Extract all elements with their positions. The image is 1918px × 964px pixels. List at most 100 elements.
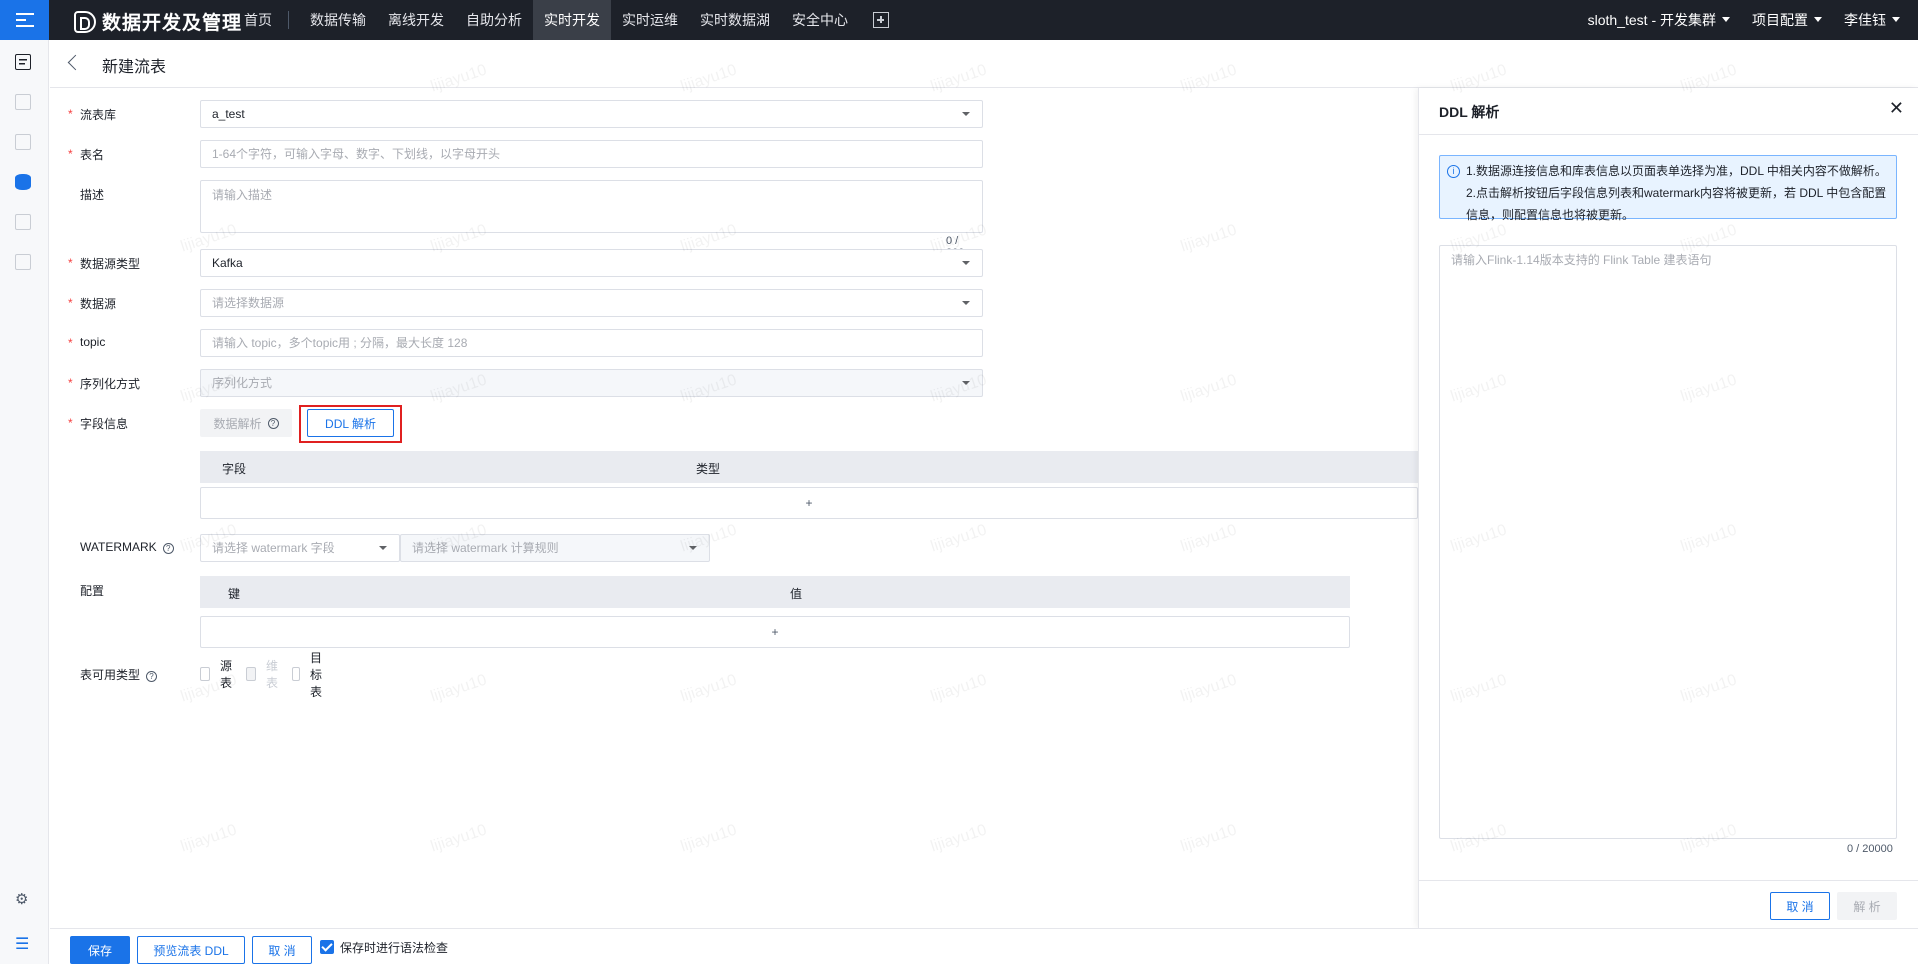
data-parse-button[interactable]: 数据解析? <box>200 409 292 437</box>
settings-icon[interactable]: ⚙ <box>15 891 33 909</box>
description-textarea[interactable]: 请输入描述 <box>200 180 983 233</box>
ddl-counter: 0 / 20000 <box>1847 843 1893 855</box>
chevron-down-icon <box>689 546 697 554</box>
syntax-check-checkbox[interactable]: 保存时进行语法检查 <box>320 939 448 956</box>
caret-down-icon <box>1814 17 1822 26</box>
help-icon[interactable]: ? <box>162 543 174 554</box>
table-types-label: 表可用类型? <box>80 666 158 683</box>
chevron-down-icon <box>962 112 970 120</box>
close-icon[interactable]: ✕ <box>1889 98 1904 118</box>
add-field-button[interactable]: + <box>200 487 1418 519</box>
preview-ddl-button[interactable]: 预览流表 DDL <box>137 936 245 964</box>
logo-icon <box>74 10 96 33</box>
notice-line-1: 1.数据源连接信息和库表信息以页面表单选择为准，DDL 中相关内容不做解析。 <box>1466 164 1887 178</box>
config-table-header: 键 值 <box>200 576 1350 608</box>
database-icon <box>15 174 31 190</box>
user-menu[interactable]: 李佳钰 <box>1844 10 1900 30</box>
checkbox-sink-table[interactable]: 目标表 <box>292 649 328 700</box>
source-type-select[interactable]: Kafka <box>200 249 983 277</box>
user-name: 李佳钰 <box>1844 12 1886 28</box>
menu-toggle-button[interactable] <box>0 0 49 40</box>
rail-item-stream-tables[interactable] <box>15 174 33 192</box>
collapse-menu-icon[interactable]: ☰ <box>15 936 33 954</box>
add-shortcut-icon[interactable] <box>873 12 889 28</box>
nav-item-realtime-ops[interactable]: 实时运维 <box>611 0 689 40</box>
rail-item-tasks[interactable] <box>15 94 33 112</box>
info-icon: i <box>1447 165 1460 178</box>
cancel-button[interactable]: 取 消 <box>252 936 312 964</box>
nav-item-self-analysis[interactable]: 自助分析 <box>455 0 533 40</box>
table-name-input[interactable]: 1-64个字符，可输入字母、数字、下划线，以字母开头 <box>200 140 983 168</box>
watermark-rule-select[interactable]: 请选择 watermark 计算规则 <box>400 534 710 562</box>
fields-table-header: 字段 类型 <box>200 451 1418 483</box>
checkbox-checked-icon <box>320 940 334 954</box>
app-logo[interactable]: 数据开发及管理 <box>74 8 242 35</box>
db-select[interactable]: a_test <box>200 100 983 128</box>
top-bar: 数据开发及管理 首页 数据传输 离线开发 自助分析 实时开发 实时运维 实时数据… <box>0 0 1918 40</box>
serialization-label: * 序列化方式 <box>68 376 141 391</box>
ddl-parse-button[interactable]: DDL 解析 <box>307 409 394 437</box>
cluster-selector[interactable]: sloth_test - 开发集群 <box>1588 10 1730 30</box>
app-title: 数据开发及管理 <box>102 13 243 34</box>
serialization-select[interactable]: 序列化方式 <box>200 369 983 397</box>
rail-item-docs[interactable] <box>15 254 33 272</box>
save-button[interactable]: 保存 <box>70 936 130 964</box>
topic-input[interactable]: 请输入 topic，多个topic用 ; 分隔，最大长度 128 <box>200 329 983 357</box>
project-config-label: 项目配置 <box>1752 12 1808 28</box>
db-label: * 流表库 <box>68 107 117 122</box>
drawer-cancel-button[interactable]: 取 消 <box>1770 892 1830 920</box>
ddl-parse-drawer: DDL 解析 ✕ i 1.数据源连接信息和库表信息以页面表单选择为准，DDL 中… <box>1418 88 1918 928</box>
code-icon <box>15 134 31 150</box>
dashboard-icon <box>15 54 31 70</box>
checkbox-dim-table[interactable]: 维表 <box>246 657 282 691</box>
stream-table-form: * 流表库 a_test * 表名 1-64个字符，可输入字母、数字、下划线，以字母… <box>50 88 1418 928</box>
ddl-textarea[interactable]: 请输入Flink-1.14版本支持的 Flink Table 建表语句 <box>1439 245 1897 839</box>
nav-item-realtime-dev[interactable]: 实时开发 <box>533 0 611 40</box>
source-type-label: * 数据源类型 <box>68 256 141 271</box>
document-icon <box>15 254 31 270</box>
table-name-label: * 表名 <box>68 147 105 162</box>
config-label: 配置 <box>80 584 105 598</box>
folder-code-icon <box>15 214 31 230</box>
task-list-icon <box>15 94 31 110</box>
checkbox-box <box>200 667 210 681</box>
column-header-value: 值 <box>790 587 803 601</box>
help-icon: ? <box>267 417 279 429</box>
drawer-title: DDL 解析 <box>1439 104 1500 120</box>
nav-item-security[interactable]: 安全中心 <box>781 0 859 40</box>
column-header-field: 字段 <box>222 462 247 476</box>
checkbox-box <box>246 667 257 681</box>
top-right-menu: sloth_test - 开发集群 项目配置 李佳钰 <box>1588 0 1900 40</box>
drawer-parse-button[interactable]: 解 析 <box>1837 892 1897 920</box>
chevron-down-icon <box>379 546 387 554</box>
chevron-down-icon <box>962 381 970 389</box>
checkbox-box <box>292 667 301 681</box>
chevron-down-icon <box>962 261 970 269</box>
source-label: * 数据源 <box>68 296 117 311</box>
nav-item-data-transfer[interactable]: 数据传输 <box>299 0 377 40</box>
watermark-field-select[interactable]: 请选择 watermark 字段 <box>200 534 400 562</box>
column-header-key: 键 <box>228 587 241 601</box>
column-header-type: 类型 <box>696 462 721 476</box>
rail-item-resources[interactable] <box>15 214 33 232</box>
nav-item-offline-dev[interactable]: 离线开发 <box>377 0 455 40</box>
checkbox-source-table[interactable]: 源表 <box>200 657 236 691</box>
ddl-notice: i 1.数据源连接信息和库表信息以页面表单选择为准，DDL 中相关内容不做解析。… <box>1439 155 1897 222</box>
fields-label: * 字段信息 <box>68 416 129 431</box>
left-rail: ⚙ ☰ <box>0 40 49 964</box>
page-title: 新建流表 <box>102 59 167 76</box>
page-header: 新建流表 <box>50 40 1918 88</box>
project-config-menu[interactable]: 项目配置 <box>1752 10 1822 30</box>
description-label: 描述 <box>80 188 105 202</box>
main-nav: 首页 数据传输 离线开发 自助分析 实时开发 实时运维 实时数据湖 安全中心 <box>232 0 889 40</box>
add-config-button[interactable]: + <box>200 616 1350 648</box>
help-icon[interactable]: ? <box>146 671 158 682</box>
nav-item-home[interactable]: 首页 <box>232 11 289 29</box>
back-arrow-icon[interactable] <box>67 54 84 71</box>
rail-item-dashboard[interactable] <box>15 54 33 72</box>
nav-item-realtime-lake[interactable]: 实时数据湖 <box>689 0 781 40</box>
rail-item-code[interactable] <box>15 134 33 152</box>
chevron-down-icon <box>962 301 970 309</box>
source-select[interactable]: 请选择数据源 <box>200 289 983 317</box>
bottom-action-bar: 保存 预览流表 DDL 取 消 保存时进行语法检查 <box>50 928 1918 964</box>
